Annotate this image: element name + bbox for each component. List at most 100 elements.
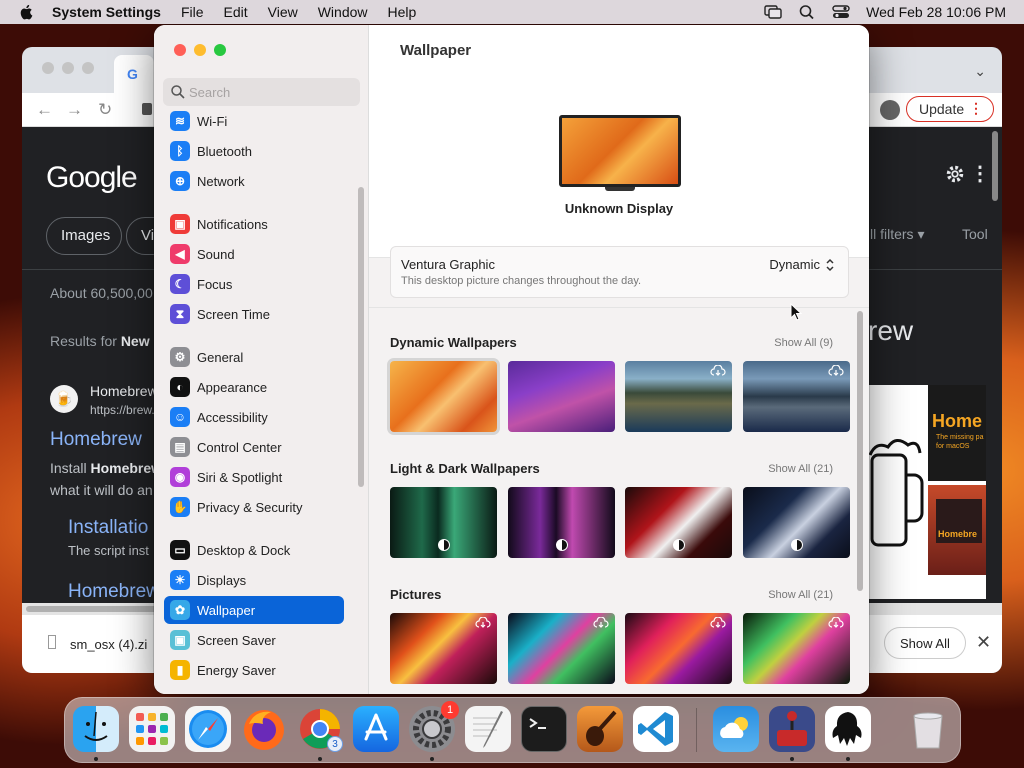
section-title-pictures: Pictures <box>390 587 442 602</box>
download-show-all-button[interactable]: Show All <box>884 627 966 659</box>
dock-joystick-app-icon[interactable] <box>769 706 815 752</box>
dock-vscode-icon[interactable] <box>633 706 679 752</box>
wallpaper-thumb-monterey-graphic[interactable] <box>508 361 615 432</box>
menu-help[interactable]: Help <box>388 4 417 20</box>
chrome-update-button[interactable]: Update ⋮ <box>906 96 994 122</box>
sidebar-item-wi-fi[interactable]: ≋ Wi-Fi <box>164 111 344 135</box>
wallpaper-thumb-ventura-graphic[interactable] <box>390 361 497 432</box>
sidebar-item-label: Siri & Spotlight <box>197 469 283 485</box>
close-window-button[interactable] <box>174 44 186 56</box>
menu-edit[interactable]: Edit <box>224 4 248 20</box>
screen-mirroring-icon[interactable] <box>764 4 782 20</box>
sidebar-item-displays[interactable]: ☀ Displays <box>164 566 344 594</box>
wallpaper-thumb-color-swirl-cyan[interactable] <box>508 613 615 684</box>
google-all-filters[interactable]: ll filters ▾ <box>870 226 924 243</box>
sidebar-item-wallpaper[interactable]: ✿ Wallpaper <box>164 596 344 624</box>
menu-window[interactable]: Window <box>318 4 368 20</box>
knowledge-panel-images[interactable]: Home The missing pa for macOS Homebre <box>868 385 986 599</box>
sidebar-item-desktop-dock[interactable]: ▭ Desktop & Dock <box>164 536 344 564</box>
sidebar-item-energy-saver[interactable]: ▮ Energy Saver <box>164 656 344 684</box>
wallpaper-thumb-catalina-evening[interactable] <box>743 361 850 432</box>
result-title-link[interactable]: Homebrew <box>50 429 142 451</box>
dock-firefox-icon[interactable] <box>241 706 287 752</box>
download-cloud-icon <box>828 365 844 376</box>
sidebar-item-general[interactable]: ⚙ General <box>164 343 344 371</box>
menu-clock[interactable]: Wed Feb 28 10:06 PM <box>866 4 1006 20</box>
sidebar-item-appearance[interactable]: ◐ Appearance <box>164 373 344 401</box>
dock-squid-app-icon[interactable] <box>825 706 871 752</box>
sidebar-scrollbar[interactable] <box>358 187 364 487</box>
chrome-minimize-button[interactable] <box>62 62 74 74</box>
download-close-icon[interactable]: ✕ <box>976 632 991 653</box>
sublink-installation[interactable]: Installatio <box>68 517 148 539</box>
google-settings-gear-icon[interactable] <box>944 163 966 185</box>
chrome-zoom-button[interactable] <box>82 62 94 74</box>
menu-file[interactable]: File <box>181 4 204 20</box>
show-all-dynamic-button[interactable]: Show All (9) <box>774 337 833 349</box>
result-site-name[interactable]: Homebrew <box>90 383 158 399</box>
dock-garageband-icon[interactable] <box>577 706 623 752</box>
forward-arrow-icon[interactable]: → <box>66 100 83 120</box>
wallpaper-thumb-color-swirl-orange[interactable] <box>390 613 497 684</box>
sidebar-item-siri-spotlight[interactable]: ◉ Siri & Spotlight <box>164 463 344 491</box>
google-tools[interactable]: Tool <box>962 226 988 242</box>
sidebar-item-network[interactable]: ⊕ Network <box>164 167 344 195</box>
chrome-close-button[interactable] <box>42 62 54 74</box>
wallpaper-mode-popup[interactable]: Dynamic <box>769 257 820 272</box>
wallpaper-pane-scrollbar[interactable] <box>857 311 863 591</box>
minimize-window-button[interactable] <box>194 44 206 56</box>
sidebar-item-notifications[interactable]: ▣ Notifications <box>164 210 344 238</box>
google-apps-icon[interactable]: ⋮ <box>970 161 990 186</box>
sun-cloud-icon <box>720 717 748 738</box>
menu-app-name[interactable]: System Settings <box>52 4 161 20</box>
sidebar-item-screen-saver[interactable]: ▣ Screen Saver <box>164 626 344 654</box>
dock-launchpad-icon[interactable] <box>129 706 175 752</box>
control-center-icon[interactable] <box>832 4 850 20</box>
sidebar-item-accessibility[interactable]: ☺ Accessibility <box>164 403 344 431</box>
wallpaper-thumb-catalina[interactable] <box>625 361 732 432</box>
wallpaper-thumb-macbook-green[interactable] <box>390 487 497 558</box>
sidebar-item-focus[interactable]: ☾ Focus <box>164 270 344 298</box>
back-arrow-icon[interactable]: ← <box>36 100 53 120</box>
zoom-window-button[interactable] <box>214 44 226 56</box>
spotlight-search-icon[interactable] <box>798 4 816 20</box>
popup-chevron-updown-icon[interactable] <box>824 257 836 273</box>
apple-menu-icon[interactable] <box>18 3 36 21</box>
dock-system-settings-icon[interactable]: 1 <box>409 701 459 752</box>
menu-view[interactable]: View <box>268 4 298 20</box>
reload-icon[interactable]: ↻ <box>98 100 112 120</box>
sidebar-item-control-center[interactable]: ▤ Control Center <box>164 433 344 461</box>
dock-weather-icon[interactable] <box>713 706 759 752</box>
sidebar-search-field[interactable] <box>163 78 360 106</box>
dock-finder-icon[interactable] <box>73 706 119 752</box>
dock-terminal-icon[interactable] <box>521 706 567 752</box>
chrome-tab[interactable]: G <box>114 55 154 93</box>
wallpaper-thumb-color-swirl-pink[interactable] <box>625 613 732 684</box>
profile-avatar-icon[interactable] <box>880 100 900 120</box>
sidebar-item-sound[interactable]: ◀ Sound <box>164 240 344 268</box>
show-all-pictures-button[interactable]: Show All (21) <box>768 589 833 601</box>
dock-safari-icon[interactable] <box>185 706 231 752</box>
wallpaper-thumb-macbook-purple[interactable] <box>508 487 615 558</box>
sidebar-item-screen-time[interactable]: ⧗ Screen Time <box>164 300 344 328</box>
result2-title-link[interactable]: Homebrew <box>68 581 160 603</box>
results-bold[interactable]: New <box>121 333 150 349</box>
dock-chrome-icon[interactable]: 3 <box>297 706 343 752</box>
page-scrollbar[interactable] <box>992 131 998 201</box>
show-all-light-dark-button[interactable]: Show All (21) <box>768 463 833 475</box>
tab-search-chevron-icon[interactable]: ⌄ <box>974 63 986 80</box>
google-chip-images[interactable]: Images <box>46 217 122 255</box>
google-logo[interactable]: Google <box>46 161 138 195</box>
wallpaper-thumb-red-waves[interactable] <box>625 487 732 558</box>
dock-app-store-icon[interactable] <box>353 706 399 752</box>
search-input[interactable] <box>189 82 349 102</box>
sidebar-item-privacy-security[interactable]: ✋ Privacy & Security <box>164 493 344 521</box>
dock-trash-icon[interactable] <box>905 706 951 752</box>
wallpaper-thumb-blue-waves[interactable] <box>743 487 850 558</box>
download-filename[interactable]: sm_osx (4).zi <box>70 637 147 652</box>
result-url[interactable]: https://brew. <box>90 403 155 417</box>
wallpaper-thumb-color-swirl-green[interactable] <box>743 613 850 684</box>
sidebar-item-label: Privacy & Security <box>197 499 303 515</box>
dock-textedit-icon[interactable] <box>465 706 511 752</box>
sidebar-item-bluetooth[interactable]: ᛒ Bluetooth <box>164 137 344 165</box>
